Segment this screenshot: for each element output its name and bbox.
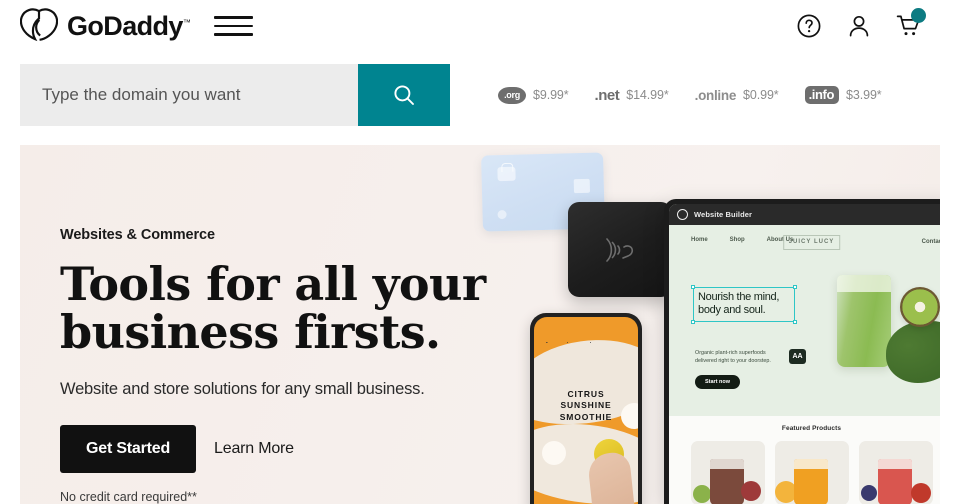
product-garnish xyxy=(911,483,931,503)
hero-headline-line-2: business firsts. xyxy=(60,304,441,359)
preview-subcopy-line-1: Organic plant-rich superfoods xyxy=(695,350,766,356)
preview-headline-text: Nourish the mind, body and soul. xyxy=(698,291,790,318)
phone-badge-text: QUICK | EASY | ENERGIZING xyxy=(544,342,596,344)
website-preview: Home Shop About Us JUICY LUCY Contact xyxy=(669,225,940,504)
product-image xyxy=(878,458,913,504)
product-card[interactable] xyxy=(775,441,849,504)
tld-item-info[interactable]: .info $3.99* xyxy=(804,86,882,104)
get-started-button[interactable]: Get Started xyxy=(60,424,197,473)
phone-mockup: QUICK | EASY | ENERGIZING CITRUS SUNSHIN… xyxy=(530,313,642,504)
product-image xyxy=(710,458,745,504)
resize-handle-bottom-right[interactable] xyxy=(793,319,797,324)
card-square-icon xyxy=(573,178,591,194)
header-actions xyxy=(796,8,926,39)
domain-search-row: .org $9.99* .net $14.99* .online $0.99* … xyxy=(0,64,940,130)
hero-banner: Websites & Commerce Tools for all your b… xyxy=(20,145,940,504)
search-input[interactable] xyxy=(20,64,358,126)
tld-price-list: .org $9.99* .net $14.99* .online $0.99* … xyxy=(498,64,882,126)
tld-logo-info: .info xyxy=(804,86,840,104)
featured-products-title: Featured Products xyxy=(781,425,842,432)
phone-title-line-3: SMOOTHIE xyxy=(559,411,613,422)
hero-copy: Websites & Commerce Tools for all your b… xyxy=(60,227,490,504)
website-builder-toolbar: Website Builder xyxy=(669,204,940,225)
learn-more-link[interactable]: Learn More xyxy=(214,440,294,458)
laptop-screen: Website Builder Home Shop About Us JUICY… xyxy=(669,204,940,504)
tld-item-online[interactable]: .online $0.99* xyxy=(695,88,779,103)
tld-price-info: $3.99* xyxy=(846,88,882,102)
preview-start-now-button[interactable]: Start now xyxy=(695,375,741,389)
search-button[interactable] xyxy=(358,64,450,126)
tld-logo-online: .online xyxy=(694,87,737,103)
phone-dot-shape xyxy=(542,441,566,465)
product-card[interactable] xyxy=(859,441,933,504)
tld-item-org[interactable]: .org $9.99* xyxy=(498,86,569,104)
godaddy-heart-icon xyxy=(20,8,58,42)
domain-search xyxy=(20,64,450,126)
card-chip-icon xyxy=(497,166,516,182)
kale-leaf-image xyxy=(886,321,940,383)
preview-nav-item-shop: Shop xyxy=(729,237,745,243)
product-card[interactable] xyxy=(691,441,765,504)
brand-name: GoDaddy™ xyxy=(67,10,191,41)
preview-subcopy: Organic plant-rich superfoods delivered … xyxy=(695,349,779,366)
kiwi-image xyxy=(900,287,940,327)
tld-price-net: $14.99* xyxy=(626,88,669,102)
featured-products-section: Featured Products xyxy=(669,416,940,504)
hero-artwork: QUICK | EASY | ENERGIZING CITRUS SUNSHIN… xyxy=(450,145,940,504)
account-icon[interactable] xyxy=(846,13,872,39)
cart-button[interactable] xyxy=(896,8,926,39)
contactless-payment-icon xyxy=(606,237,634,262)
tld-logo-net: .net xyxy=(594,86,620,104)
preview-headline-editable[interactable]: Nourish the mind, body and soul. xyxy=(691,285,797,324)
featured-products-grid xyxy=(669,432,940,504)
website-builder-title: Website Builder xyxy=(694,210,753,219)
product-image xyxy=(794,458,829,504)
cart-badge xyxy=(911,8,926,23)
resize-handle-top-left[interactable] xyxy=(691,285,695,289)
preview-nav-item-contact: Contact xyxy=(921,239,940,245)
hero-eyebrow: Websites & Commerce xyxy=(60,227,215,243)
phone-screen: QUICK | EASY | ENERGIZING CITRUS SUNSHIN… xyxy=(534,317,638,504)
preview-nav-item-home: Home xyxy=(691,237,708,243)
preview-headline-line-1: Nourish the mind, xyxy=(698,291,780,303)
resize-handle-top-right[interactable] xyxy=(793,285,797,289)
help-icon[interactable] xyxy=(796,13,822,39)
search-icon xyxy=(394,85,414,105)
hamburger-bar xyxy=(214,24,254,28)
hamburger-menu-icon[interactable] xyxy=(214,10,254,42)
tld-price-online: $0.99* xyxy=(743,88,779,102)
product-garnish xyxy=(741,481,761,501)
godaddy-mark-icon xyxy=(677,209,688,220)
smoothie-glass-image xyxy=(837,275,891,367)
resize-handle-bottom-left[interactable] xyxy=(691,319,695,324)
tld-logo-org: .org xyxy=(498,86,526,104)
text-style-tool-icon[interactable]: AA xyxy=(789,349,806,364)
hero-subhead: Website and store solutions for any smal… xyxy=(60,379,425,398)
godaddy-homepage: GoDaddy™ Type the domain you want .org $… xyxy=(0,0,953,504)
page-right-gutter xyxy=(940,0,953,504)
phone-circular-badge: QUICK | EASY | ENERGIZING xyxy=(544,342,596,344)
hero-headline-line-1: Tools for all your xyxy=(60,257,486,311)
laptop-mockup: Website Builder Home Shop About Us JUICY… xyxy=(664,199,940,504)
card-dot-icon xyxy=(497,209,507,220)
hero-fineprint: No credit card required** xyxy=(60,489,197,504)
tld-price-org: $9.99* xyxy=(533,88,569,102)
preview-subcopy-line-2: delivered right to your doorstep. xyxy=(695,358,771,365)
product-garnish xyxy=(861,485,877,501)
phone-product-title: CITRUS SUNSHINE SMOOTHIE xyxy=(534,389,638,423)
hamburger-bar xyxy=(214,33,254,36)
preview-site-logo: JUICY LUCY xyxy=(782,235,841,250)
brand-logo[interactable]: GoDaddy™ xyxy=(20,8,191,44)
hero-headline: Tools for all your business firsts. xyxy=(60,260,490,359)
phone-title-line-2: SUNSHINE xyxy=(560,400,612,411)
card-reader-image xyxy=(568,202,672,297)
brand-trademark: ™ xyxy=(182,17,191,27)
product-garnish xyxy=(693,485,711,503)
hero-cta-row: Get Started Learn More xyxy=(60,424,490,473)
site-header: GoDaddy™ xyxy=(0,0,940,52)
tld-item-net[interactable]: .net $14.99* xyxy=(595,87,669,104)
phone-title-line-1: CITRUS xyxy=(567,389,605,399)
hamburger-bar xyxy=(214,16,254,19)
preview-headline-line-2: body and soul. xyxy=(698,304,766,317)
